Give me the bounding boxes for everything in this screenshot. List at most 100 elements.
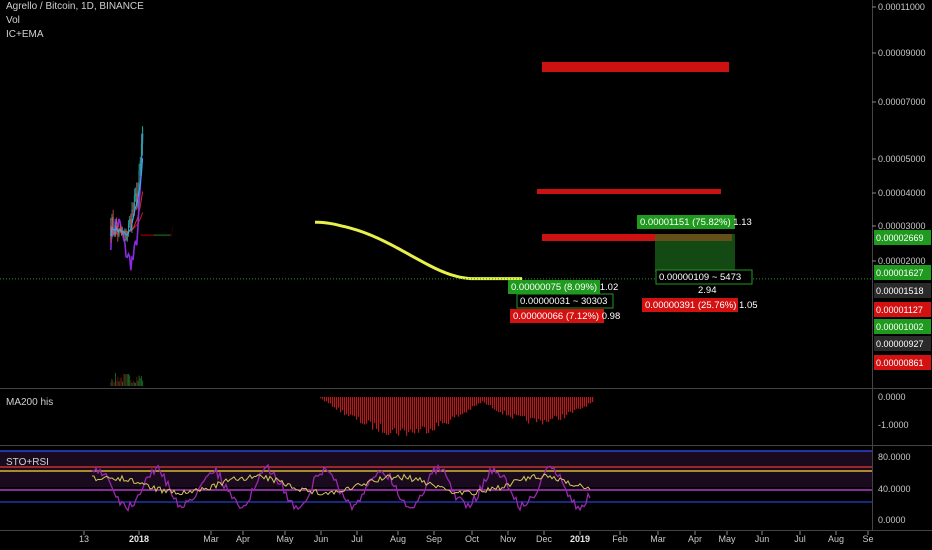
volume-bar: [133, 382, 135, 386]
histogram-bar: [410, 397, 412, 430]
histogram-bar: [428, 397, 430, 434]
histogram-bar: [422, 397, 424, 427]
histogram-bar: [462, 397, 464, 414]
histogram-bar: [362, 397, 364, 424]
histogram-bar: [406, 397, 408, 436]
histogram-bar: [484, 397, 486, 403]
histogram-bar: [356, 397, 358, 420]
y-tick-label: 0.00007000: [878, 97, 926, 107]
histogram-bar: [418, 397, 420, 433]
cloud-segment: [151, 234, 153, 237]
histogram-bar: [548, 397, 550, 423]
histogram-bar: [402, 397, 404, 429]
histogram-bar: [576, 397, 578, 409]
pane2-y-tick: -1.0000: [878, 420, 909, 430]
histogram-bar: [528, 397, 530, 424]
indicator-label: IC+EMA: [6, 29, 44, 40]
histogram-bar: [564, 397, 566, 419]
histogram-bar: [474, 397, 476, 406]
histogram-bar: [382, 397, 384, 433]
cloud-segment: [159, 234, 161, 237]
histogram-bar: [338, 397, 340, 408]
pane2-y-tick: 0.0000: [878, 392, 906, 402]
symbol-title: Agrello / Bitcoin, 1D, BINANCE: [6, 1, 144, 12]
cloud-segment: [141, 234, 144, 237]
volume-bar: [117, 376, 119, 386]
annotation-label: 0.00000391 (25.76%) 1.05: [645, 300, 758, 311]
histogram-bar: [470, 397, 472, 410]
price-label: 0.00001518: [876, 286, 924, 296]
histogram-bar: [476, 397, 478, 406]
y-tick-label: 0.00011000: [878, 2, 925, 12]
histogram-bar: [360, 397, 362, 424]
pane3-y-tick: 80.0000: [878, 452, 911, 462]
histogram-bar: [388, 397, 390, 435]
volume-bar: [140, 376, 142, 386]
histogram-bar: [530, 397, 532, 419]
candle-body: [113, 232, 115, 235]
histogram-bar: [574, 397, 576, 410]
volume-bar: [129, 375, 131, 386]
histogram-bar: [448, 397, 450, 425]
cloud-segment: [165, 234, 167, 237]
histogram-bar: [584, 397, 586, 407]
candle-body: [122, 232, 124, 235]
histogram-bar: [516, 397, 518, 416]
histogram-bar: [504, 397, 506, 411]
histogram-bar: [472, 397, 474, 407]
histogram-bar: [336, 397, 338, 410]
volume-bar: [118, 381, 120, 386]
volume-bar: [110, 382, 112, 386]
histogram-bar: [370, 397, 372, 422]
histogram-bar: [478, 397, 480, 404]
candle-body: [140, 144, 142, 162]
histogram-bar: [346, 397, 348, 415]
price-label: 0.00000861: [876, 358, 924, 368]
x-tick-label: Jun: [314, 534, 329, 544]
pane3-y-tick: 0.0000: [878, 515, 906, 525]
histogram-bar: [562, 397, 564, 415]
price-label: 0.00001627: [876, 268, 924, 278]
cloud-segment: [140, 234, 142, 237]
annotation-label: 0.00000109 ~ 5473: [659, 272, 741, 283]
price-label: 0.00001127: [876, 305, 923, 315]
chart-svg[interactable]: 0.00011000 0.00009000 0.00007000 0.00005000…: [0, 0, 932, 550]
price-label: 0.00002669: [876, 233, 924, 243]
histogram-bar: [490, 397, 492, 406]
cloud-segment: [157, 234, 159, 237]
histogram-bar: [586, 397, 588, 407]
histogram-bar: [404, 397, 406, 431]
histogram-bar: [434, 397, 436, 431]
x-tick-label: 13: [79, 534, 89, 544]
volume-bar: [138, 375, 140, 386]
annotation-label: 0.00001151 (75.82%) 1.13: [640, 217, 752, 228]
volume-bar: [132, 380, 134, 386]
annotation-label: 0.00000066 (7.12%) 0.98: [513, 311, 620, 322]
y-tick-label: 0.00004000: [878, 188, 926, 198]
y-tick-label: 0.00009000: [878, 48, 926, 58]
volume-bar: [112, 381, 114, 386]
volume-label: Vol: [6, 15, 20, 26]
volume-bar: [124, 374, 126, 386]
histogram-bar: [384, 397, 386, 434]
histogram-bar: [482, 397, 484, 402]
histogram-bar: [592, 397, 594, 403]
volume-bar: [139, 378, 141, 386]
ema-yellow-line: [314, 220, 522, 281]
histogram-bar: [376, 397, 378, 430]
volume-bar: [119, 378, 121, 386]
x-tick-label: Mar: [650, 534, 666, 544]
histogram-bar: [550, 397, 552, 419]
cloud-segment: [147, 234, 150, 237]
cloud-segment: [145, 234, 147, 237]
histogram-bar: [332, 397, 334, 407]
target-zone: [542, 62, 729, 72]
cloud-segment: [158, 234, 160, 237]
candle-body: [129, 219, 131, 224]
histogram-bar: [386, 397, 388, 435]
cloud-segment: [170, 234, 172, 237]
histogram-bar: [572, 397, 574, 413]
histogram-bar: [518, 397, 520, 416]
histogram-bar: [540, 397, 542, 421]
histogram-bar: [352, 397, 354, 416]
